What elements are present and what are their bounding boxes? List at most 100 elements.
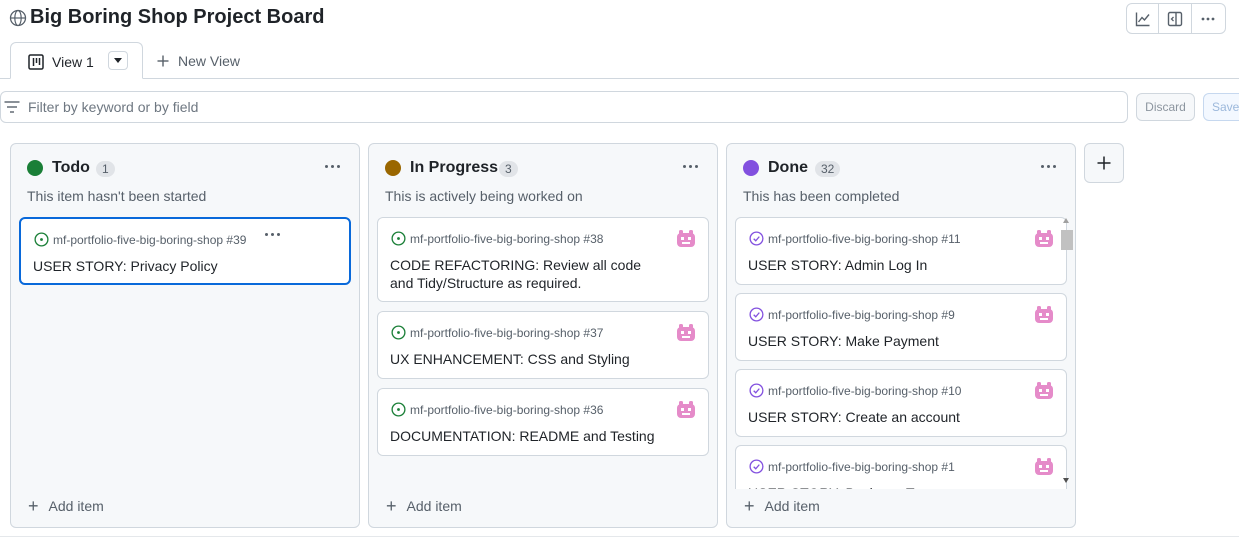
card-meta: mf-portfolio-five-big-boring-shop #37 (391, 325, 603, 340)
card-more-button[interactable] (265, 233, 280, 236)
issue-opened-icon (391, 402, 406, 417)
view-options-button[interactable] (108, 51, 128, 70)
avatar (1035, 306, 1053, 323)
filter-input[interactable] (0, 91, 1128, 123)
column-title: In Progress (410, 159, 499, 176)
add-column-button[interactable] (1084, 143, 1124, 183)
issue-opened-icon (391, 325, 406, 340)
issue-closed-icon (749, 307, 764, 322)
add-item-button[interactable]: + Add item (386, 496, 462, 516)
side-panel-button[interactable] (1159, 4, 1192, 33)
card[interactable]: mf-portfolio-five-big-boring-shop #1 USER… (735, 445, 1067, 489)
scroll-down-arrow[interactable] (1063, 478, 1069, 483)
add-item-button[interactable]: + Add item (744, 496, 820, 516)
column-description: This has been completed (743, 188, 900, 204)
column-title: Todo (52, 159, 90, 176)
scroll-up-arrow[interactable] (1063, 218, 1069, 223)
card[interactable]: mf-portfolio-five-big-boring-shop #10 USE… (735, 369, 1067, 437)
card-repo-link[interactable]: mf-portfolio-five-big-boring-shop #38 (410, 232, 603, 246)
column-description: This is actively being worked on (385, 188, 583, 204)
card-meta: mf-portfolio-five-big-boring-shop #10 (749, 383, 961, 398)
card[interactable]: mf-portfolio-five-big-boring-shop #39 USE… (19, 217, 351, 285)
card-title[interactable]: DOCUMENTATION: README and Testing (390, 427, 660, 445)
column-count-badge: 1 (96, 161, 115, 177)
plus-icon: + (386, 496, 397, 516)
card-title[interactable]: USER STORY: Business Team (748, 484, 1018, 489)
column-more-button[interactable] (679, 156, 701, 176)
column-count-badge: 3 (499, 161, 518, 177)
add-item-button[interactable]: + Add item (28, 496, 104, 516)
card-list[interactable]: mf-portfolio-five-big-boring-shop #39 USE… (19, 217, 351, 489)
title-bar: Big Boring Shop Project Board (0, 0, 1239, 36)
more-options-icon (1201, 17, 1215, 20)
card-meta: mf-portfolio-five-big-boring-shop #9 (749, 307, 955, 322)
add-item-label: Add item (764, 498, 820, 514)
toolbar-button-group (1126, 3, 1226, 34)
card[interactable]: mf-portfolio-five-big-boring-shop #9 USER… (735, 293, 1067, 361)
card-title[interactable]: USER STORY: Admin Log In (748, 256, 1018, 274)
save-button[interactable]: Save (1203, 93, 1239, 121)
card[interactable]: mf-portfolio-five-big-boring-shop #36 DOC… (377, 388, 709, 456)
card[interactable]: mf-portfolio-five-big-boring-shop #38 COD… (377, 217, 709, 302)
column-todo: Todo 1 This item hasn't been started mf-por… (10, 143, 360, 528)
avatar (677, 230, 695, 247)
insights-button[interactable] (1127, 4, 1160, 33)
column-in-progress: In Progress 3 This is actively being worke… (368, 143, 718, 528)
card[interactable]: mf-portfolio-five-big-boring-shop #11 USE… (735, 217, 1067, 285)
card-repo-link[interactable]: mf-portfolio-five-big-boring-shop #9 (768, 308, 955, 322)
status-dot (385, 160, 401, 176)
column-title: Done (768, 159, 808, 176)
issue-closed-icon (749, 231, 764, 246)
column-description: This item hasn't been started (27, 188, 207, 204)
card-title[interactable]: UX ENHANCEMENT: CSS and Styling (390, 350, 660, 368)
more-options-button[interactable] (1192, 4, 1225, 33)
board-icon (28, 54, 44, 70)
scroll-thumb[interactable] (1061, 230, 1073, 250)
column-more-button[interactable] (1037, 156, 1059, 176)
card-title[interactable]: CODE REFACTORING: Review all code and Ti… (390, 256, 660, 292)
plus-icon (1097, 156, 1111, 170)
card-meta: mf-portfolio-five-big-boring-shop #39 (34, 232, 246, 247)
status-dot (743, 160, 759, 176)
card-list[interactable]: mf-portfolio-five-big-boring-shop #11 USE… (735, 217, 1067, 489)
card-title[interactable]: USER STORY: Make Payment (748, 332, 1018, 350)
column-more-button[interactable] (321, 156, 343, 176)
divider (0, 536, 1239, 537)
new-view-label: New View (178, 53, 240, 69)
avatar (677, 401, 695, 418)
card-title[interactable]: USER STORY: Create an account (748, 408, 1018, 426)
card-meta: mf-portfolio-five-big-boring-shop #38 (391, 231, 603, 246)
card-meta: mf-portfolio-five-big-boring-shop #1 (749, 459, 955, 474)
card-title[interactable]: USER STORY: Privacy Policy (33, 257, 303, 275)
card-meta: mf-portfolio-five-big-boring-shop #36 (391, 402, 603, 417)
card[interactable]: mf-portfolio-five-big-boring-shop #37 UX … (377, 311, 709, 379)
issue-closed-icon (749, 459, 764, 474)
tab-label: View 1 (52, 54, 94, 70)
card-repo-link[interactable]: mf-portfolio-five-big-boring-shop #36 (410, 403, 603, 417)
discard-button[interactable]: Discard (1136, 93, 1195, 121)
view-tabs: View 1 New View (0, 42, 1239, 79)
card-repo-link[interactable]: mf-portfolio-five-big-boring-shop #1 (768, 460, 955, 474)
add-item-label: Add item (48, 498, 104, 514)
tab-view-1[interactable]: View 1 (10, 42, 143, 79)
plus-icon: + (28, 496, 39, 516)
scrollbar[interactable] (1060, 216, 1074, 492)
side-panel-icon (1167, 11, 1183, 26)
new-view-button[interactable]: New View (157, 53, 240, 69)
card-meta: mf-portfolio-five-big-boring-shop #11 (749, 231, 961, 246)
issue-closed-icon (749, 383, 764, 398)
card-repo-link[interactable]: mf-portfolio-five-big-boring-shop #11 (768, 232, 961, 246)
card-repo-link[interactable]: mf-portfolio-five-big-boring-shop #10 (768, 384, 961, 398)
add-item-label: Add item (406, 498, 462, 514)
card-list[interactable]: mf-portfolio-five-big-boring-shop #38 COD… (377, 217, 709, 489)
plus-icon: + (744, 496, 755, 516)
insights-icon (1135, 12, 1150, 26)
filter-bar: Discard Save (0, 91, 1239, 123)
card-repo-link[interactable]: mf-portfolio-five-big-boring-shop #37 (410, 326, 603, 340)
avatar (1035, 458, 1053, 475)
globe-icon (9, 9, 27, 27)
page-title: Big Boring Shop Project Board (30, 6, 325, 28)
plus-icon (157, 55, 169, 67)
avatar (677, 324, 695, 341)
card-repo-link[interactable]: mf-portfolio-five-big-boring-shop #39 (53, 233, 246, 247)
